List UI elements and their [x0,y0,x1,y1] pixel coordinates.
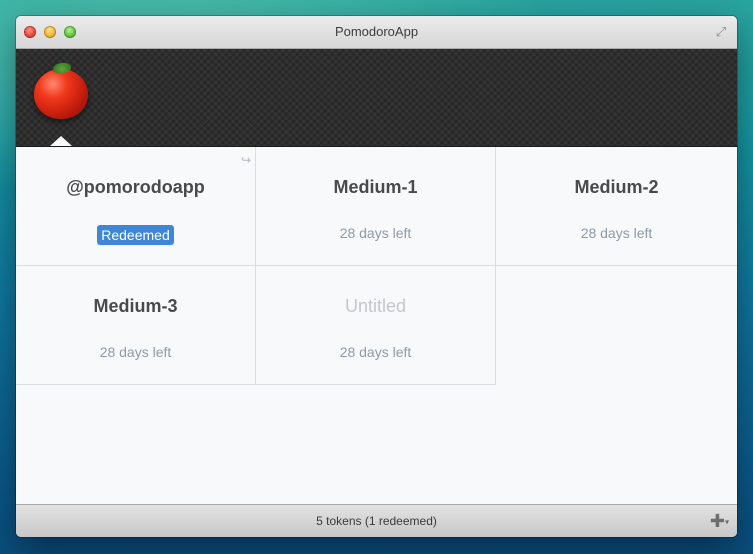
share-icon[interactable]: ↪ [241,153,251,167]
dropdown-caret-icon: ▾ [724,517,729,527]
token-name: @pomorodoapp [66,177,205,197]
window-title: PomodoroApp [334,24,419,39]
fullscreen-icon[interactable]: ⤢ [713,24,729,40]
token-cell[interactable]: Medium-1 28 days left [256,147,496,266]
token-status: 28 days left [339,225,412,241]
redeemed-badge: Redeemed [97,225,174,245]
token-status: 28 days left [99,344,172,360]
token-name: Medium-2 [574,177,659,197]
token-cell[interactable]: Untitled 28 days left [256,266,496,385]
app-window: PomodoroApp ⤢ ↪ @pomorodoapp Redeemed Me… [16,16,737,537]
token-name: Medium-3 [93,296,178,316]
token-summary: 5 tokens (1 redeemed) [316,514,437,528]
tomato-icon[interactable] [34,69,88,119]
add-icon[interactable]: ✚▾ [710,512,729,531]
token-name-placeholder[interactable]: Untitled [256,296,495,317]
app-header [16,49,737,147]
token-name: Medium-1 [333,177,418,197]
selected-tab-indicator [50,136,72,146]
token-status: 28 days left [339,344,412,360]
status-bar: 5 tokens (1 redeemed) ✚▾ [16,504,737,537]
token-cell[interactable]: Medium-3 28 days left [16,266,256,385]
title-bar[interactable]: PomodoroApp ⤢ [16,16,737,49]
token-status: 28 days left [580,225,653,241]
token-cell[interactable]: Medium-2 28 days left [496,147,737,266]
token-cell[interactable]: ↪ @pomorodoapp Redeemed [16,147,256,266]
